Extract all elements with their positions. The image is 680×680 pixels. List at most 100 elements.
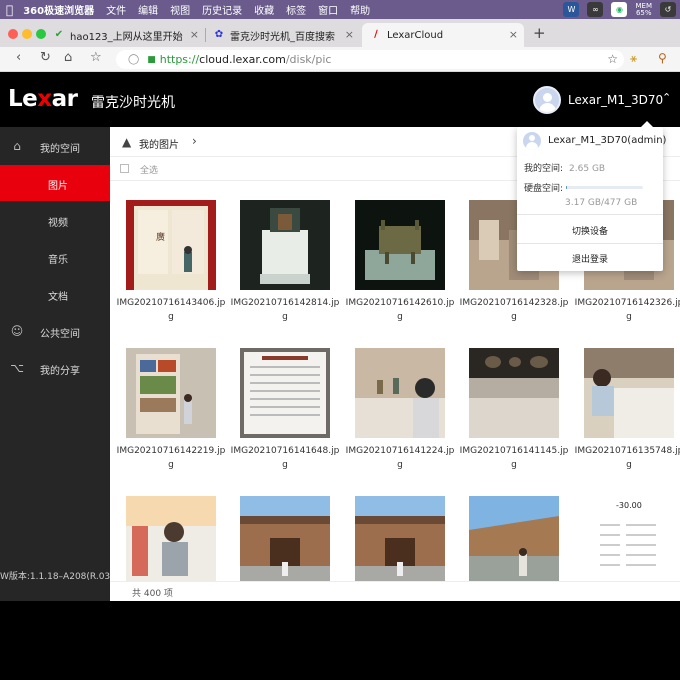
url-path: /disk/pic	[285, 53, 332, 66]
cleaner-icon[interactable]: ↺	[660, 2, 676, 17]
select-all-label[interactable]: 全选	[140, 163, 158, 176]
photo-thumbnail[interactable]	[240, 348, 330, 438]
menu-app[interactable]: 360极速浏览器	[23, 2, 94, 17]
photo-filename[interactable]: IMG20210716135748.jpg	[573, 444, 680, 472]
mac-menubar:  360极速浏览器 文件 编辑 视图 历史记录 收藏 标签 窗口 帮助 W ∞…	[0, 0, 680, 19]
word-icon[interactable]: W	[563, 2, 580, 17]
sidebar-item[interactable]: 视频	[0, 202, 110, 238]
lexar-favicon-icon: ∕	[374, 29, 378, 40]
sidebar-item-label: 我的空间	[40, 144, 80, 155]
my-space-label: 我的空间:	[524, 164, 564, 174]
photo-filename[interactable]: IMG20210716142328.jpg	[458, 296, 570, 324]
sidebar-item[interactable]: ⌥ 我的分享	[0, 350, 110, 386]
app-subtitle: 雷克沙时光机	[91, 95, 175, 111]
favorite-star-icon[interactable]: ☆	[607, 52, 618, 66]
photo-thumbnail[interactable]	[469, 496, 559, 586]
menu-tabs[interactable]: 标签	[286, 2, 306, 17]
photo-filename[interactable]: IMG20210716141648.jpg	[229, 444, 341, 472]
tab-label: hao123_上网从这里开始	[70, 31, 183, 43]
photo-thumbnail[interactable]	[355, 200, 445, 290]
address-bar[interactable]: ◯ ■ https:// cloud.lexar.com /disk/pic ☆	[116, 50, 624, 69]
tab-hao123[interactable]: ✔ hao123_上网从这里开始 ×	[45, 23, 205, 47]
extension-key-icon[interactable]: ⚹	[630, 51, 637, 66]
photo-thumbnail[interactable]	[355, 496, 445, 586]
creative-cloud-icon[interactable]: ∞	[587, 2, 604, 17]
photo-filename[interactable]: IMG20210716143406.jpg	[115, 296, 227, 324]
disk-usage-bar	[566, 186, 643, 189]
photo-thumbnail[interactable]	[240, 496, 330, 586]
photo-thumbnail[interactable]	[469, 348, 559, 438]
user-name[interactable]: Lexar_M1_3D70	[568, 93, 663, 107]
switch-device-button[interactable]: 切换设备	[517, 224, 663, 237]
menu-favorites[interactable]: 收藏	[254, 2, 274, 17]
menu-window[interactable]: 窗口	[318, 2, 338, 17]
lexar-logo[interactable]: Lexar	[8, 86, 78, 112]
baidu-paw-icon: ✿	[214, 29, 224, 40]
svg-text:廣: 廣	[156, 231, 165, 243]
sidebar-item[interactable]: 图片	[0, 165, 110, 201]
logo-text-left: Le	[8, 86, 38, 112]
disk-space-label: 硬盘空间:	[524, 184, 564, 194]
photo-thumbnail[interactable]: 廣	[126, 200, 216, 290]
breadcrumb-current[interactable]: 我的图片	[139, 136, 179, 151]
wechat-icon[interactable]: ◉	[611, 2, 628, 17]
photo-thumbnail[interactable]	[240, 200, 330, 290]
extension-pin-icon[interactable]: ⚲	[658, 51, 667, 65]
logo-text-x: x	[37, 86, 52, 112]
sidebar-item[interactable]: ☺ 公共空间	[0, 313, 110, 349]
home-icon: ⌂	[13, 139, 21, 153]
dropdown-avatar	[523, 132, 541, 150]
back-icon[interactable]: ‹	[16, 50, 21, 65]
photo-filename[interactable]: IMG20210716142610.jpg	[344, 296, 456, 324]
chevron-up-icon[interactable]: ⌃	[662, 91, 671, 104]
svg-text:-30.00: -30.00	[616, 501, 642, 510]
photo-thumbnail[interactable]	[126, 348, 216, 438]
home-icon[interactable]: ⌂	[64, 50, 72, 65]
select-all-checkbox[interactable]	[120, 164, 129, 173]
disk-usage-text: 3.17 GB/477 GB	[565, 198, 638, 208]
dropdown-divider	[517, 243, 663, 244]
sidebar-item-label: 音乐	[48, 255, 68, 266]
memory-indicator[interactable]: MEM 65%	[635, 2, 652, 17]
version-label: W版本:1.1.18–A208(R.03)	[0, 572, 114, 582]
photo-thumbnail[interactable]	[355, 348, 445, 438]
shield-icon: ◯	[128, 54, 140, 65]
menu-help[interactable]: 帮助	[350, 2, 370, 17]
browser-toolbar: ‹ ↻ ⌂ ☆ ◯ ■ https:// cloud.lexar.com /di…	[0, 47, 680, 72]
my-space-value: 2.65 GB	[569, 164, 606, 174]
photo-filename[interactable]: IMG20210716142814.jpg	[229, 296, 341, 324]
sidebar-item[interactable]: 文档	[0, 276, 110, 312]
close-window-button[interactable]	[8, 29, 18, 39]
apple-icon[interactable]: 	[6, 3, 13, 17]
chevron-right-icon: ›	[192, 134, 197, 148]
photo-thumbnail[interactable]	[126, 496, 216, 586]
menu-file[interactable]: 文件	[106, 2, 126, 17]
sidebar-item[interactable]: ⌂ 我的空间	[0, 128, 110, 164]
tab-baidu[interactable]: ✿ 雷克沙时光机_百度搜索 ×	[205, 23, 360, 47]
tab-lexarcloud[interactable]: ∕ LexarCloud ×	[362, 23, 524, 47]
sidebar-item[interactable]: 音乐	[0, 239, 110, 275]
mem-value: 65%	[635, 8, 652, 17]
disk-usage-fill	[566, 186, 567, 189]
new-tab-button[interactable]: +	[533, 24, 546, 42]
tab-close-icon[interactable]: ×	[345, 28, 354, 41]
bookmark-star-icon[interactable]: ☆	[90, 50, 102, 65]
tab-close-icon[interactable]: ×	[509, 28, 518, 41]
menu-view[interactable]: 视图	[170, 2, 190, 17]
minimize-window-button[interactable]	[22, 29, 32, 39]
photo-thumbnail[interactable]: -30.00	[584, 496, 674, 586]
photo-filename[interactable]: IMG20210716142326.jpg	[573, 296, 680, 324]
grid-footer: 共 400 项	[110, 581, 680, 601]
tab-close-icon[interactable]: ×	[190, 28, 199, 41]
photo-filename[interactable]: IMG20210716142219.jpg	[115, 444, 227, 472]
reload-icon[interactable]: ↻	[40, 50, 51, 65]
photo-filename[interactable]: IMG20210716141145.jpg	[458, 444, 570, 472]
home-icon[interactable]: ▲	[122, 135, 131, 149]
user-avatar[interactable]	[533, 86, 561, 114]
menu-edit[interactable]: 编辑	[138, 2, 158, 17]
photo-filename[interactable]: IMG20210716141224.jpg	[344, 444, 456, 472]
menu-history[interactable]: 历史记录	[202, 2, 242, 17]
photo-thumbnail[interactable]	[584, 348, 674, 438]
logout-button[interactable]: 退出登录	[517, 252, 663, 265]
sidebar-item-label: 文档	[48, 292, 68, 303]
